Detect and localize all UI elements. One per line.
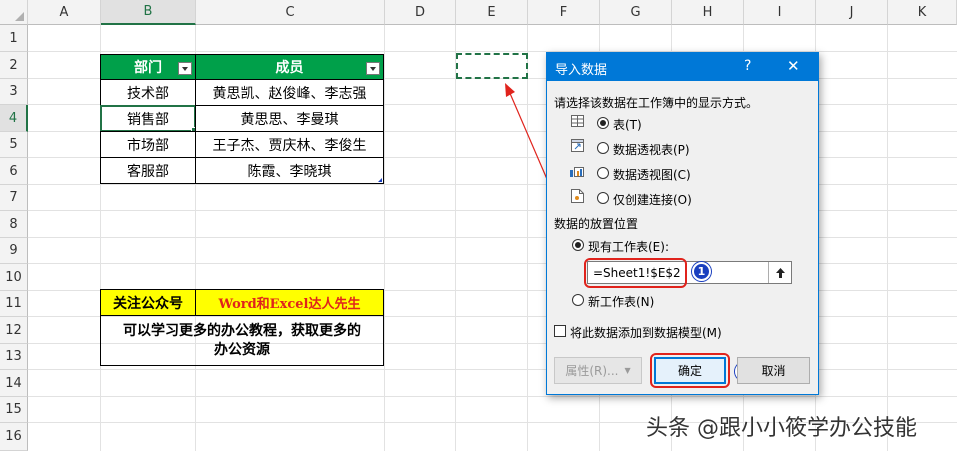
radio-pivot-table[interactable] <box>597 142 609 154</box>
properties-label: 属性(R)... <box>565 364 619 378</box>
column-header-e[interactable]: E <box>456 0 528 25</box>
dialog-title: 导入数据 <box>555 63 608 78</box>
radio-existing-sheet[interactable] <box>572 239 584 251</box>
column-header-j[interactable]: J <box>816 0 888 25</box>
gridline <box>28 396 957 397</box>
placement-label: 数据的放置位置 <box>554 217 639 231</box>
pivot-table-icon <box>571 139 584 152</box>
notice-text-line: 可以学习更多的办公教程，获取更多的 <box>123 322 361 339</box>
table-cell-dept[interactable]: 技术部 <box>100 79 196 106</box>
table-cell-members[interactable]: 王子杰、贾庆林、李俊生 <box>195 131 384 158</box>
header-label: 成员 <box>275 60 304 76</box>
table-cell-dept[interactable]: 客服部 <box>100 157 196 184</box>
option-label-table: 表(T) <box>613 118 642 132</box>
radio-connection-only[interactable] <box>597 192 609 204</box>
new-sheet-label: 新工作表(N) <box>588 295 655 309</box>
table-header-dept: 部门 <box>100 54 196 80</box>
active-cell-dept[interactable]: 销售部 <box>100 105 196 132</box>
annotation-highlight-range <box>584 258 687 288</box>
add-to-model-label: 将此数据添加到数据模型(M) <box>570 326 722 340</box>
column-header-b[interactable]: B <box>101 0 196 25</box>
option-label-pivot-chart: 数据透视图(C) <box>613 168 691 182</box>
row-header-12[interactable]: 12 <box>0 317 28 344</box>
notice-text-line: 办公资源 <box>214 341 270 358</box>
column-header-i[interactable]: I <box>744 0 816 25</box>
gridline <box>887 25 888 451</box>
properties-button[interactable]: 属性(R)... ▼ <box>554 357 642 384</box>
column-header-h[interactable]: H <box>672 0 744 25</box>
row-header-3[interactable]: 3 <box>0 79 28 105</box>
chevron-down-icon: ▼ <box>624 366 631 375</box>
annotation-highlight-ok <box>650 353 730 388</box>
select-all-icon <box>15 12 24 21</box>
column-header-c[interactable]: C <box>196 0 385 25</box>
collapse-dialog-button[interactable] <box>768 262 791 283</box>
radio-new-sheet[interactable] <box>572 294 584 306</box>
connection-only-icon <box>571 189 584 203</box>
cancel-button[interactable]: 取消 <box>737 357 810 384</box>
row-header-9[interactable]: 9 <box>0 238 28 264</box>
add-to-model-checkbox[interactable] <box>554 325 566 337</box>
option-label-connection-only: 仅创建连接(O) <box>613 193 692 207</box>
pivot-chart-icon <box>570 167 584 177</box>
notice-account: Word和Excel达人先生 <box>195 289 384 316</box>
row-header-14[interactable]: 14 <box>0 370 28 397</box>
table-cell-members[interactable]: 黄思凯、赵俊峰、李志强 <box>195 79 384 106</box>
help-button[interactable]: ? <box>744 58 751 74</box>
row-header-15[interactable]: 15 <box>0 397 28 423</box>
row-header-10[interactable]: 10 <box>0 264 28 291</box>
row-header-5[interactable]: 5 <box>0 132 28 158</box>
row-header-1[interactable]: 1 <box>0 25 28 52</box>
column-header-k[interactable]: K <box>888 0 957 25</box>
row-header-2[interactable]: 2 <box>0 52 28 79</box>
option-label-pivot-table: 数据透视表(P) <box>613 143 690 157</box>
close-button[interactable]: ✕ <box>787 57 800 75</box>
collapse-arrow-icon <box>775 267 785 278</box>
row-header-4[interactable]: 4 <box>0 105 28 132</box>
step-badge-1: 1 <box>692 262 711 281</box>
watermark: 头条 @跟小小筱学办公技能 <box>646 416 917 441</box>
table-cell-dept[interactable]: 市场部 <box>100 131 196 158</box>
radio-pivot-chart[interactable] <box>597 167 609 179</box>
target-cell-marquee <box>456 53 528 79</box>
radio-table[interactable] <box>597 117 609 129</box>
filter-dropdown-icon[interactable] <box>178 62 192 75</box>
table-header-members: 成员 <box>195 54 384 80</box>
row-header-13[interactable]: 13 <box>0 344 28 370</box>
dialog-title-bar[interactable]: 导入数据 ? ✕ <box>547 53 818 81</box>
filter-dropdown-icon[interactable] <box>366 62 380 75</box>
existing-sheet-label: 现有工作表(E): <box>588 240 669 254</box>
gridline <box>455 25 456 451</box>
table-icon <box>571 115 584 127</box>
column-header-d[interactable]: D <box>385 0 456 25</box>
table-cell-members[interactable]: 黄思思、李曼琪 <box>195 105 384 132</box>
column-header-g[interactable]: G <box>600 0 672 25</box>
header-label: 部门 <box>134 60 162 76</box>
row-header-7[interactable]: 7 <box>0 185 28 211</box>
row-header-8[interactable]: 8 <box>0 211 28 238</box>
arrow-head <box>505 83 515 97</box>
row-header-6[interactable]: 6 <box>0 158 28 185</box>
row-header-16[interactable]: 16 <box>0 423 28 451</box>
table-resize-handle[interactable] <box>378 178 382 182</box>
notice-label: 关注公众号 <box>100 289 196 316</box>
gridline <box>384 25 385 451</box>
row-header-11[interactable]: 11 <box>0 291 28 317</box>
table-cell-members[interactable]: 陈霞、李晓琪 <box>195 157 384 184</box>
notice-text: 可以学习更多的办公教程，获取更多的 办公资源 <box>100 315 384 366</box>
display-mode-prompt: 请选择该数据在工作簿中的显示方式。 <box>554 96 759 110</box>
column-header-a[interactable]: A <box>28 0 101 25</box>
column-header-f[interactable]: F <box>528 0 600 25</box>
import-data-dialog: 导入数据 ? ✕ 请选择该数据在工作簿中的显示方式。 表(T) 数据透视表(P)… <box>546 52 819 395</box>
select-all-corner[interactable] <box>0 0 28 25</box>
